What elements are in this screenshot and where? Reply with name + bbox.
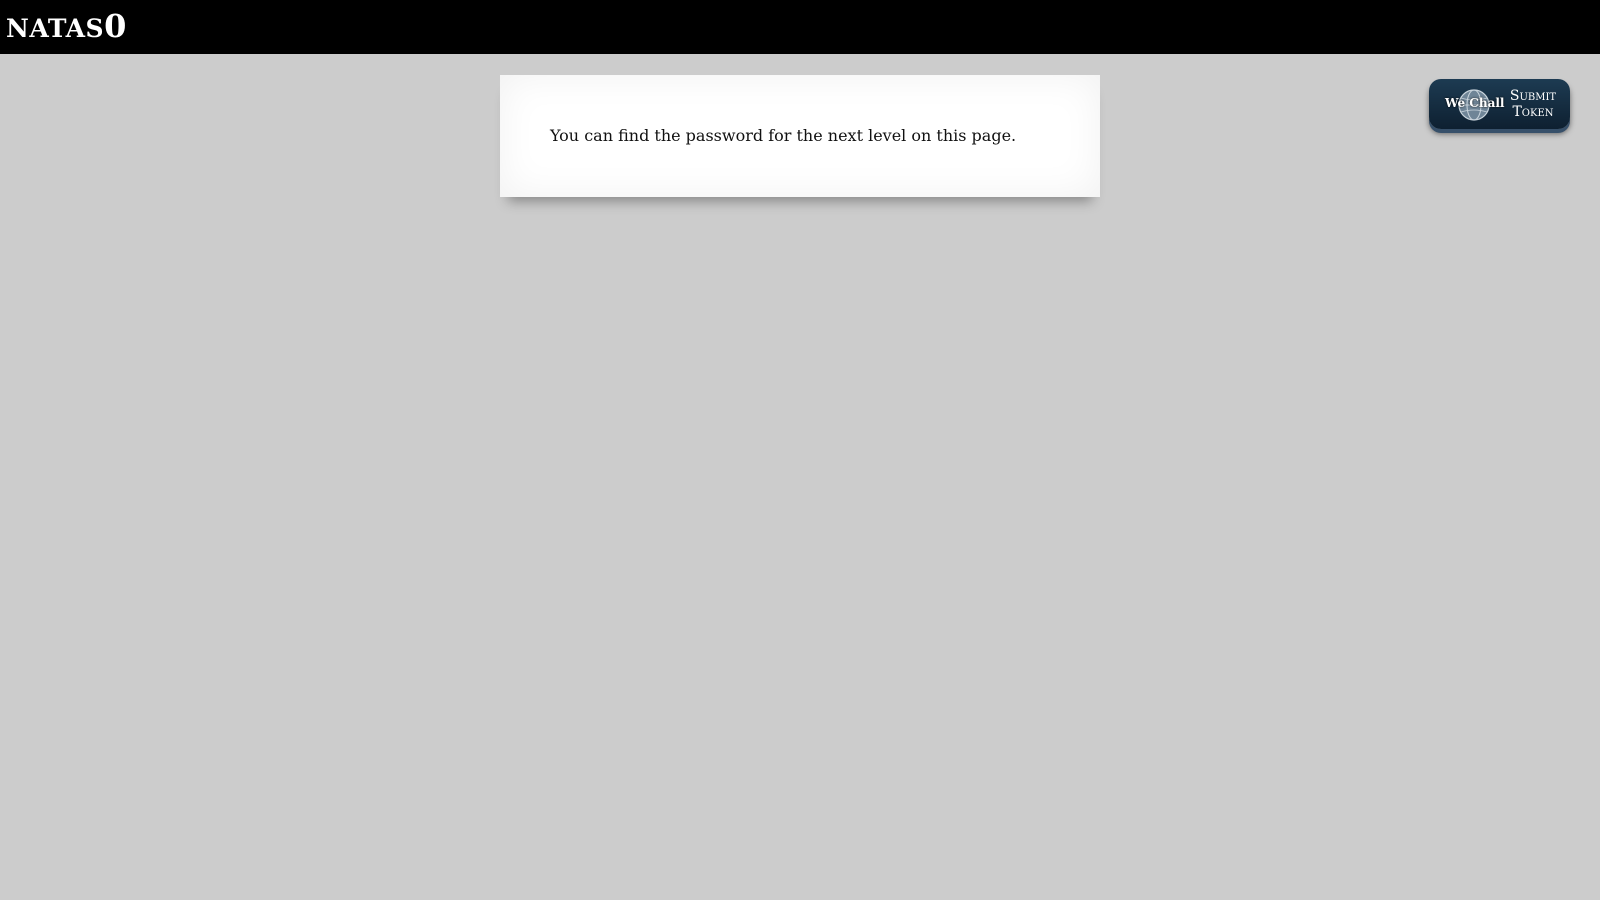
submit-label-line1: Submit (1509, 88, 1557, 104)
wechall-submit-token-button[interactable]: We Chall Submit Token (1429, 79, 1570, 129)
content-card: You can find the password for the next l… (500, 75, 1100, 197)
content-message: You can find the password for the next l… (550, 126, 1017, 145)
page-title: NATAS0 (6, 10, 127, 42)
submit-token-label: Submit Token (1502, 88, 1564, 120)
title-name: NATAS (6, 14, 105, 43)
wechall-logo-text: We Chall (1445, 96, 1505, 110)
submit-label-line2: Token (1512, 104, 1554, 120)
page-header: NATAS0 (0, 0, 1600, 54)
title-level: 0 (104, 7, 127, 45)
